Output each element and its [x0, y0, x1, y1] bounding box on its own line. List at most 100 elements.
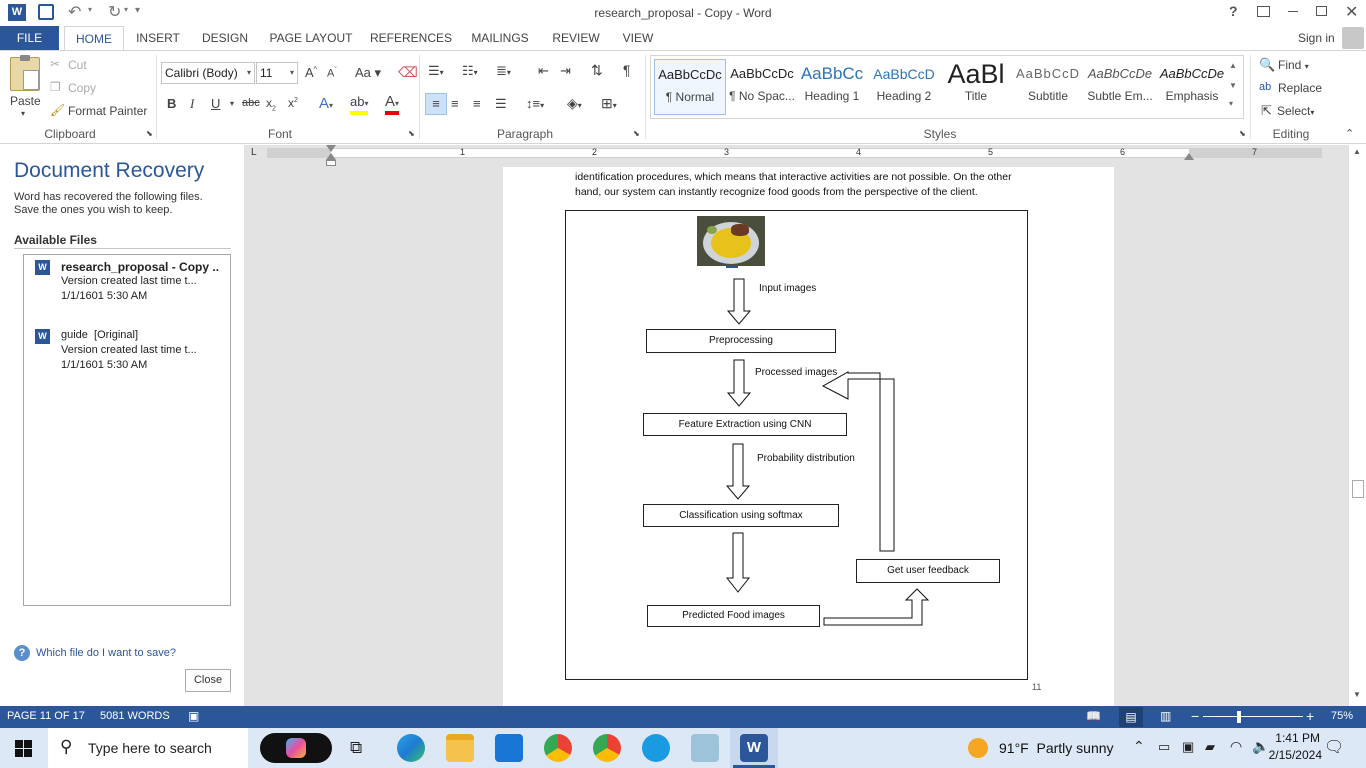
change-case-icon[interactable]: Aa ▾ — [355, 65, 381, 81]
sort-icon[interactable]: ⇅ — [591, 62, 603, 79]
zoom-out-icon[interactable]: − — [1191, 708, 1199, 724]
right-indent-marker[interactable] — [1184, 153, 1194, 160]
zoom-slider-thumb[interactable] — [1237, 711, 1241, 723]
restore-icon[interactable] — [1316, 6, 1327, 16]
numbering-icon[interactable]: ☷▾ — [462, 63, 478, 79]
app-icon[interactable] — [691, 734, 719, 762]
customize-qat-icon[interactable]: ▾ — [135, 5, 140, 16]
zoom-slider-track[interactable] — [1203, 716, 1303, 717]
increase-indent-icon[interactable]: ⇥ — [560, 63, 571, 79]
style-subtle-emphasis[interactable]: AaBbCcDe Subtle Em... — [1084, 59, 1156, 115]
style-heading-1[interactable]: AaBbCc Heading 1 — [796, 59, 868, 115]
preprocessing-box[interactable]: Preprocessing — [646, 329, 836, 353]
style-no-spacing[interactable]: AaBbCcDc ¶ No Spac... — [726, 59, 798, 115]
recovered-file-item[interactable]: W research_proposal - Copy .. Version cr… — [24, 255, 230, 313]
which-file-link[interactable]: Which file do I want to save? — [36, 647, 176, 659]
underline-dropdown-icon[interactable]: ▾ — [230, 99, 234, 108]
edge-icon[interactable] — [397, 734, 425, 762]
get-user-feedback-box[interactable]: Get user feedback — [856, 559, 1000, 583]
wifi-icon[interactable]: ◠ — [1230, 738, 1242, 755]
battery-icon[interactable]: ▰ — [1205, 739, 1215, 755]
undo-dropdown-icon[interactable]: ▾ — [88, 5, 92, 14]
text-effects-icon[interactable]: A▾ — [319, 95, 333, 112]
tab-file[interactable]: FILE — [0, 26, 59, 50]
style-title[interactable]: AaBl Title — [940, 59, 1012, 115]
scroll-up-icon[interactable]: ▲ — [1353, 147, 1361, 156]
clock-time[interactable]: 1:41 PM — [1262, 731, 1320, 745]
borders-icon[interactable]: ⊞▾ — [601, 95, 617, 112]
copilot-icon[interactable] — [260, 733, 332, 763]
font-size-combo[interactable]: 11 ▾ — [256, 62, 298, 84]
replace-button[interactable]: Replace — [1278, 81, 1322, 95]
tab-view[interactable]: VIEW — [617, 26, 659, 50]
classification-box[interactable]: Classification using softmax — [643, 504, 839, 527]
font-launcher-icon[interactable]: ⬊ — [408, 129, 415, 138]
align-right-icon[interactable]: ≡ — [473, 96, 481, 111]
word-app-icon[interactable]: W — [8, 4, 26, 21]
line-spacing-icon[interactable]: ↕≡▾ — [526, 96, 544, 111]
hanging-indent-marker[interactable] — [326, 153, 336, 160]
tab-selector-icon[interactable]: L — [251, 148, 261, 158]
align-left-icon[interactable]: ≡ — [425, 93, 447, 115]
sign-in-link[interactable]: Sign in — [1298, 31, 1335, 45]
style-subtitle[interactable]: AaBbCcD Subtitle — [1012, 59, 1084, 115]
page-count[interactable]: PAGE 11 OF 17 — [7, 710, 85, 722]
read-mode-icon[interactable]: 📖 — [1086, 709, 1101, 723]
undo-icon[interactable]: ↶ — [68, 2, 81, 22]
start-windows-icon[interactable] — [15, 740, 32, 757]
clipboard-launcher-icon[interactable]: ⬊ — [146, 129, 153, 138]
tab-references[interactable]: REFERENCES — [370, 26, 452, 50]
decrease-indent-icon[interactable]: ⇤ — [538, 63, 549, 79]
vertical-scrollbar[interactable]: ▲ ▼ — [1348, 145, 1366, 706]
superscript-icon[interactable]: x2 — [288, 96, 298, 110]
web-layout-icon[interactable]: ▥ — [1160, 709, 1171, 723]
first-line-indent-marker[interactable] — [326, 145, 336, 152]
chrome-icon[interactable] — [593, 734, 621, 762]
zoom-level[interactable]: 75% — [1331, 710, 1353, 722]
clear-formatting-icon[interactable]: ⌫ — [398, 64, 418, 81]
predicted-food-box[interactable]: Predicted Food images — [647, 605, 820, 627]
tab-review[interactable]: REVIEW — [550, 26, 602, 50]
format-painter-button[interactable]: Format Painter — [68, 104, 147, 118]
redo-dropdown-icon[interactable]: ▾ — [124, 5, 128, 14]
subscript-icon[interactable]: x2 — [266, 96, 276, 112]
paragraph-launcher-icon[interactable]: ⬊ — [633, 129, 640, 138]
tray-icon-meet[interactable]: ▭ — [1158, 739, 1170, 755]
show-marks-icon[interactable]: ¶ — [623, 62, 631, 78]
tray-icon-display[interactable]: ▣ — [1182, 739, 1194, 755]
style-heading-2[interactable]: AaBbCcD Heading 2 — [868, 59, 940, 115]
underline-icon[interactable]: U — [211, 96, 220, 111]
tab-design[interactable]: DESIGN — [198, 26, 252, 50]
flowchart-frame[interactable]: Input images Preprocessing Processed ima… — [565, 210, 1028, 680]
taskbar-search-box[interactable]: ⚲ Type here to search — [48, 728, 248, 768]
weather-icon[interactable] — [968, 738, 988, 758]
collapse-ribbon-icon[interactable]: ⌃ — [1345, 127, 1354, 140]
close-window-icon[interactable]: ✕ — [1345, 2, 1358, 22]
style-emphasis[interactable]: AaBbCcDe Emphasis — [1156, 59, 1228, 115]
weather-text[interactable]: 91°F Partly sunny — [999, 740, 1114, 756]
help-icon[interactable]: ? — [1229, 3, 1238, 19]
proofing-icon[interactable]: ▣ — [188, 709, 199, 723]
clock-date[interactable]: 2/15/2024 — [1250, 748, 1322, 762]
highlight-icon[interactable]: ab▾ — [350, 95, 369, 115]
chrome-profile-icon[interactable] — [544, 734, 572, 762]
ribbon-display-icon[interactable] — [1257, 6, 1270, 17]
select-button[interactable]: Select▾ — [1277, 104, 1314, 118]
close-recovery-button[interactable]: Close — [185, 669, 231, 692]
copy-button[interactable]: Copy — [68, 81, 96, 95]
style-normal[interactable]: AaBbCcDc ¶ Normal — [654, 59, 726, 115]
notifications-icon[interactable]: 🗨 — [1324, 737, 1344, 757]
scroll-thumb[interactable] — [1352, 480, 1364, 498]
font-color-icon[interactable]: A▾ — [385, 94, 400, 115]
shading-icon[interactable]: ◈▾ — [567, 95, 582, 112]
font-name-combo[interactable]: Calibri (Body) ▾ — [161, 62, 255, 84]
user-avatar[interactable] — [1342, 27, 1364, 49]
print-layout-icon[interactable]: ▤ — [1119, 707, 1143, 727]
zoom-in-icon[interactable]: + — [1306, 708, 1314, 724]
justify-icon[interactable]: ☰ — [495, 96, 507, 112]
left-indent-marker[interactable] — [326, 160, 336, 166]
styles-more-icon[interactable]: ▾ — [1229, 99, 1233, 108]
word-count[interactable]: 5081 WORDS — [100, 710, 170, 722]
multilevel-list-icon[interactable]: ≣▾ — [496, 63, 511, 79]
styles-scroll-up-icon[interactable]: ▲ — [1229, 61, 1237, 70]
